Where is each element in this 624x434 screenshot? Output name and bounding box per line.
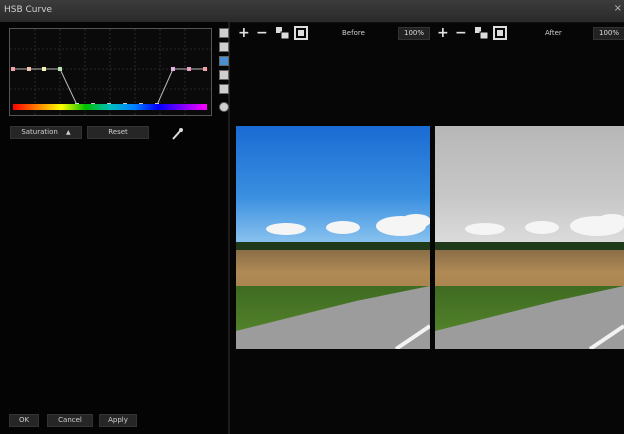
after-toolbar: + − After 100% xyxy=(435,22,624,46)
eyedropper-icon[interactable] xyxy=(170,126,184,140)
curve-node[interactable] xyxy=(27,67,31,71)
after-image[interactable] xyxy=(435,126,624,349)
before-zoom-field[interactable]: 100% xyxy=(398,27,430,40)
reset-button[interactable]: Reset xyxy=(87,126,149,139)
road xyxy=(435,286,624,349)
apply-button[interactable]: Apply xyxy=(99,414,137,427)
zoom-out-icon[interactable]: − xyxy=(455,25,467,41)
curve-node[interactable] xyxy=(203,67,207,71)
after-label: After xyxy=(545,29,562,37)
before-image[interactable] xyxy=(236,126,430,349)
view-stacked-icon[interactable] xyxy=(219,84,229,94)
mode-label: Saturation xyxy=(21,128,58,136)
zoom-in-icon[interactable]: + xyxy=(437,25,449,41)
view-side-by-side-icon[interactable] xyxy=(219,56,229,66)
curve-svg[interactable] xyxy=(10,29,211,115)
view-single-icon[interactable] xyxy=(219,28,229,38)
curve-graph[interactable] xyxy=(9,28,212,116)
title-bar: HSB Curve × xyxy=(0,0,624,23)
dropdown-arrow-icon: ▲ xyxy=(66,129,71,136)
road xyxy=(236,286,430,349)
view-mode-icons xyxy=(219,28,229,116)
curve-node[interactable] xyxy=(42,67,46,71)
curve-node[interactable] xyxy=(58,67,62,71)
after-zoom-field[interactable]: 100% xyxy=(593,27,624,40)
before-label: Before xyxy=(342,29,365,37)
curve-node[interactable] xyxy=(171,67,175,71)
fit-to-window-icon[interactable] xyxy=(294,26,308,40)
actual-size-icon[interactable] xyxy=(475,27,489,39)
zoom-out-icon[interactable]: − xyxy=(256,25,268,41)
ok-button[interactable]: OK xyxy=(9,414,39,427)
curve-node[interactable] xyxy=(11,67,15,71)
zoom-in-icon[interactable]: + xyxy=(238,25,250,41)
view-split-horizontal-icon[interactable] xyxy=(219,70,229,80)
mode-dropdown[interactable]: Saturation ▲ xyxy=(10,126,82,139)
hand-tool-icon[interactable] xyxy=(219,102,229,112)
hue-spectrum-bar xyxy=(13,104,207,110)
cancel-button[interactable]: Cancel xyxy=(47,414,93,427)
actual-size-icon[interactable] xyxy=(276,27,290,39)
view-split-vertical-icon[interactable] xyxy=(219,42,229,52)
close-icon[interactable]: × xyxy=(614,3,622,14)
fit-to-window-icon[interactable] xyxy=(493,26,507,40)
window-title: HSB Curve xyxy=(4,5,53,15)
curve-node[interactable] xyxy=(187,67,191,71)
before-toolbar: + − Before 100% xyxy=(236,22,430,46)
